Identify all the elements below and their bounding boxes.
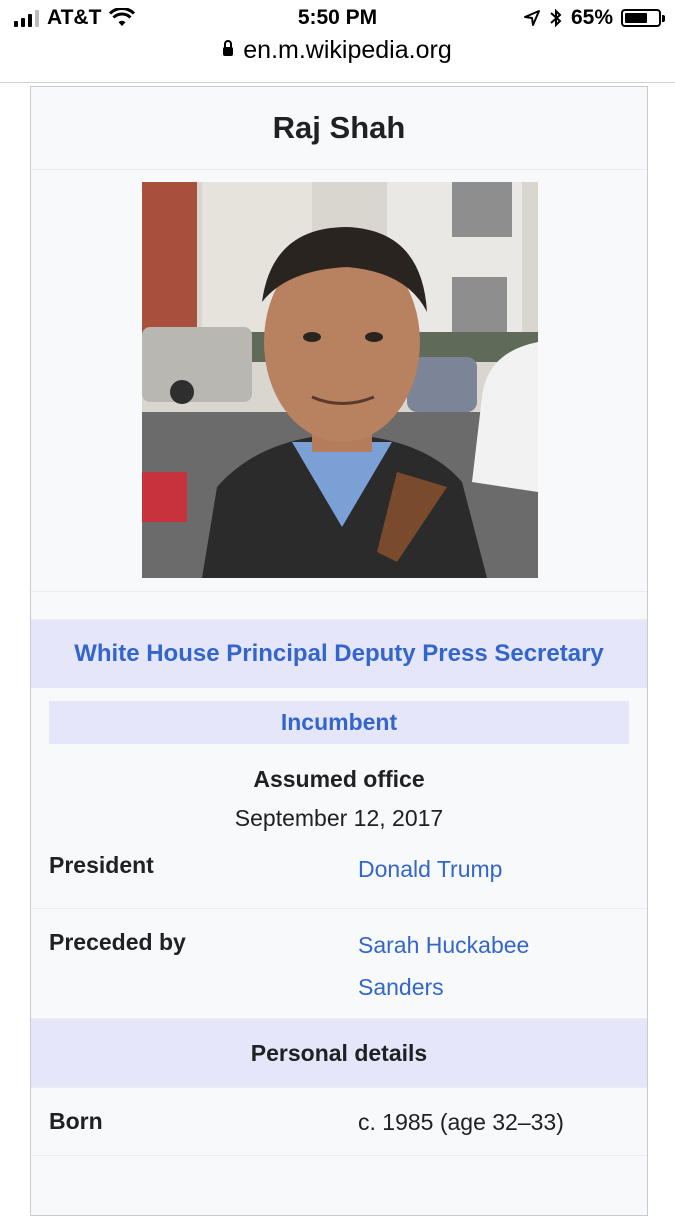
preceded-by-label: Preceded by (49, 929, 186, 955)
divider (0, 82, 675, 83)
infobox: Raj Shah White House Principal Deputy Pr… (30, 86, 648, 1216)
photo-cell (31, 170, 647, 592)
status-bar: AT&T 5:50 PM 65% (0, 0, 675, 38)
address-bar[interactable]: en.m.wikipedia.org (0, 36, 675, 80)
preceded-by-link[interactable]: Sarah Huckabee Sanders (358, 924, 529, 1008)
location-arrow-icon (523, 10, 540, 26)
incumbent-label[interactable]: Incumbent (49, 701, 629, 744)
lock-icon (223, 39, 234, 56)
born-label: Born (49, 1108, 103, 1134)
office-header[interactable]: White House Principal Deputy Press Secre… (31, 620, 647, 688)
preceded-by-line1[interactable]: Sarah Huckabee (358, 932, 529, 958)
preceded-by-line2[interactable]: Sanders (358, 974, 444, 1000)
assumed-office-label: Assumed office (253, 766, 425, 792)
office-link[interactable]: White House Principal Deputy Press Secre… (74, 640, 604, 667)
president-link[interactable]: Donald Trump (358, 848, 502, 890)
status-right: 65% (523, 6, 665, 30)
bluetooth-icon (550, 8, 562, 28)
president-row: President Donald Trump (31, 842, 647, 909)
president-label: President (49, 852, 154, 878)
portrait-image (142, 182, 538, 578)
born-value: c. 1985 (age 32–33) (358, 1109, 564, 1135)
url-text: en.m.wikipedia.org (243, 36, 452, 64)
preceded-by-row: Preceded by Sarah Huckabee Sanders (31, 909, 647, 1019)
battery-percent: 65% (570, 6, 613, 29)
assumed-office-date: September 12, 2017 (234, 805, 444, 831)
incumbent-row: Incumbent (31, 688, 647, 758)
battery-icon (621, 9, 665, 27)
portrait-photo[interactable] (142, 182, 538, 578)
personal-details-header: Personal details (31, 1019, 647, 1088)
infobox-title: Raj Shah (31, 87, 647, 170)
born-row: Born c. 1985 (age 32–33) (31, 1088, 647, 1156)
spacer-row (31, 592, 647, 620)
